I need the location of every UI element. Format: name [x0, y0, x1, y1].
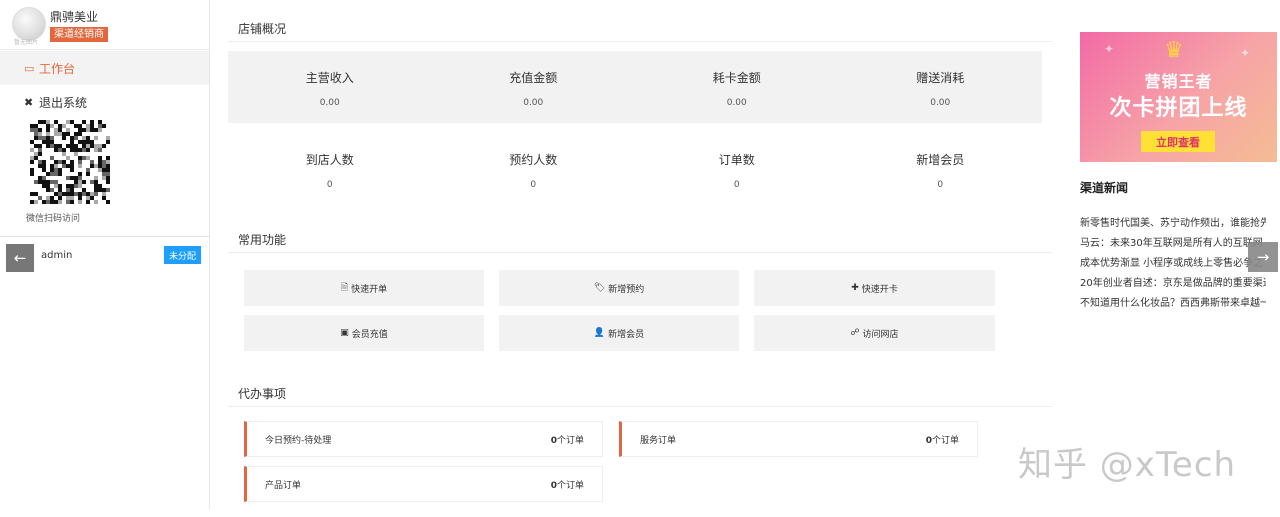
sparkle-icon: ✦: [1104, 42, 1115, 56]
stat-label: 新增会员: [916, 153, 965, 167]
stat-value: 0.00: [319, 98, 340, 108]
todo-count: 0个订单: [551, 478, 584, 491]
user-add-icon: 👤: [593, 328, 606, 338]
nav-label: 退出系统: [39, 95, 88, 110]
avatar-caption: 暂无图片: [14, 39, 39, 46]
main-content: 店铺概况 主营收入 0.00 充值金额 0.00 耗卡金额 0.00 赠送消耗 0.00…: [228, 0, 1053, 517]
member-recharge-button[interactable]: ▣ 会员充值: [244, 315, 484, 351]
button-label: 访问网店: [862, 329, 899, 340]
button-label: 新增会员: [608, 329, 645, 340]
shop-name: 鼎骋美业: [50, 10, 99, 24]
news-item[interactable]: 马云：未来30年互联网是所有人的互联网: [1080, 234, 1266, 254]
plus-icon: ✚: [851, 283, 859, 293]
user-name: admin: [41, 250, 73, 261]
todo-list: 今日预约-待处理 0个订单 服务订单 0个订单 产品订单 0个订单: [228, 407, 1053, 517]
overview-title: 店铺概况: [228, 0, 1053, 42]
shop-header: 暂无图片 鼎骋美业 渠道经销商: [0, 0, 209, 50]
new-member-button[interactable]: 👤 新增会员: [499, 315, 739, 351]
stat-card-consume: 耗卡金额 0.00: [635, 51, 839, 123]
quick-card-button[interactable]: ✚ 快速开卡: [754, 270, 995, 306]
monitor-icon: ▭: [24, 61, 35, 75]
stat-value: 0: [326, 180, 333, 190]
stat-label: 订单数: [718, 153, 755, 167]
qr-code: [30, 120, 110, 204]
todo-count: 0个订单: [926, 433, 959, 446]
promo-banner[interactable]: ✦ ✦ ♛ 营销王者 次卡拼团上线 立即查看: [1080, 32, 1277, 162]
stat-gift-consume: 赠送消耗 0.00: [839, 51, 1043, 123]
nav-label: 工作台: [39, 61, 76, 76]
stat-value: 0.00: [930, 98, 951, 108]
todo-count: 0个订单: [551, 433, 584, 446]
functions-title: 常用功能: [228, 211, 1053, 253]
todo-label: 服务订单: [640, 435, 677, 446]
todo-count-unit: 个订单: [556, 480, 584, 491]
new-appointment-button[interactable]: 🏷 新增预约: [499, 270, 739, 306]
news-list: 新零售时代国美、苏宁动作频出，谁能抢先 马云：未来30年互联网是所有人的互联网 …: [1080, 214, 1266, 314]
button-label: 快速开单: [351, 284, 388, 295]
stat-new-members: 新增会员 0: [839, 133, 1043, 205]
button-label: 快速开卡: [861, 284, 898, 295]
stat-recharge: 充值金额 0.00: [432, 51, 636, 123]
crown-icon: ♛: [1164, 38, 1184, 63]
arrow-left-icon: ←: [13, 249, 27, 267]
stat-value: 0: [530, 180, 537, 190]
todo-item-appointments[interactable]: 今日预约-待处理 0个订单: [244, 421, 603, 457]
tag-icon: 🏷: [593, 283, 606, 293]
functions-grid: 🗎 快速开单 🏷 新增预约 ✚ 快速开卡 ▣ 会员充值 👤 新增会员 ☍ 访问网店: [228, 253, 1053, 368]
news-item[interactable]: 新零售时代国美、苏宁动作频出，谁能抢先: [1080, 214, 1266, 234]
visit-shop-button[interactable]: ☍ 访问网店: [754, 315, 995, 351]
nav-item-logout[interactable]: ✖ 退出系统: [0, 85, 209, 119]
stat-label: 主营收入: [305, 71, 354, 85]
stat-main-income: 主营收入 0.00: [228, 51, 432, 123]
nav-item-workbench[interactable]: ▭ 工作台: [0, 51, 209, 85]
button-label: 新增预约: [608, 284, 645, 295]
stat-orders: 订单数 0: [635, 133, 839, 205]
promo-line2: 次卡拼团上线: [1109, 96, 1248, 121]
stat-label: 充值金额: [509, 71, 558, 85]
next-arrow-button[interactable]: →: [1248, 242, 1278, 272]
shop-avatar: [12, 7, 46, 41]
stat-value: 0: [937, 180, 944, 190]
sparkle-icon: ✦: [1240, 46, 1251, 60]
arrow-right-icon: →: [1256, 248, 1270, 266]
user-row: ← admin 未分配: [0, 236, 210, 272]
todo-count-unit: 个订单: [556, 435, 584, 446]
stat-value: 0: [733, 180, 740, 190]
link-icon: ☍: [850, 328, 860, 338]
document-icon: 🗎: [340, 283, 349, 293]
close-icon: ✖: [24, 95, 34, 109]
qr-caption: 微信扫码访问: [26, 214, 81, 224]
stat-value: 0.00: [726, 98, 747, 108]
role-badge: 渠道经销商: [50, 27, 108, 42]
quick-order-button[interactable]: 🗎 快速开单: [244, 270, 484, 306]
sidebar: 暂无图片 鼎骋美业 渠道经销商 ▭ 工作台 ✖ 退出系统 微信扫码访问 ← ad…: [0, 0, 210, 509]
money-icon: ▣: [340, 328, 349, 338]
todo-title: 代办事项: [228, 365, 1053, 407]
back-button[interactable]: ←: [6, 244, 34, 272]
todo-label: 产品订单: [265, 480, 302, 491]
todo-item-service-orders[interactable]: 服务订单 0个订单: [619, 421, 978, 457]
news-title: 渠道新闻: [1080, 181, 1129, 195]
todo-item-product-orders[interactable]: 产品订单 0个订单: [244, 466, 603, 502]
news-item[interactable]: 20年创业者自述：京东是做品牌的重要渠道: [1080, 274, 1266, 294]
promo-line1: 营销王者: [1144, 72, 1213, 91]
stat-label: 耗卡金额: [712, 71, 761, 85]
assign-status-button[interactable]: 未分配: [164, 246, 201, 264]
watermark: 知乎 @xTech: [1018, 445, 1237, 485]
stat-label: 到店人数: [305, 153, 354, 167]
stats-row: 主营收入 0.00 充值金额 0.00 耗卡金额 0.00 赠送消耗 0.00: [228, 51, 1042, 123]
stat-value: 0.00: [523, 98, 544, 108]
promo-cta-button[interactable]: 立即查看: [1141, 131, 1215, 152]
news-item[interactable]: 成本优势渐显 小程序或成线上零售必争之: [1080, 254, 1266, 274]
stats-row: 到店人数 0 预约人数 0 订单数 0 新增会员 0: [228, 133, 1042, 205]
news-item[interactable]: 不知道用什么化妆品？西西弗斯带来卓越一: [1080, 294, 1266, 314]
stat-label: 赠送消耗: [916, 71, 965, 85]
stats-panel: 主营收入 0.00 充值金额 0.00 耗卡金额 0.00 赠送消耗 0.00 到店人数…: [228, 51, 1042, 205]
todo-label: 今日预约-待处理: [265, 435, 332, 446]
stat-visitors: 到店人数 0: [228, 133, 432, 205]
stat-label: 预约人数: [509, 153, 558, 167]
stat-appointments: 预约人数 0: [432, 133, 636, 205]
button-label: 会员充值: [351, 329, 388, 340]
todo-count-unit: 个订单: [931, 435, 959, 446]
